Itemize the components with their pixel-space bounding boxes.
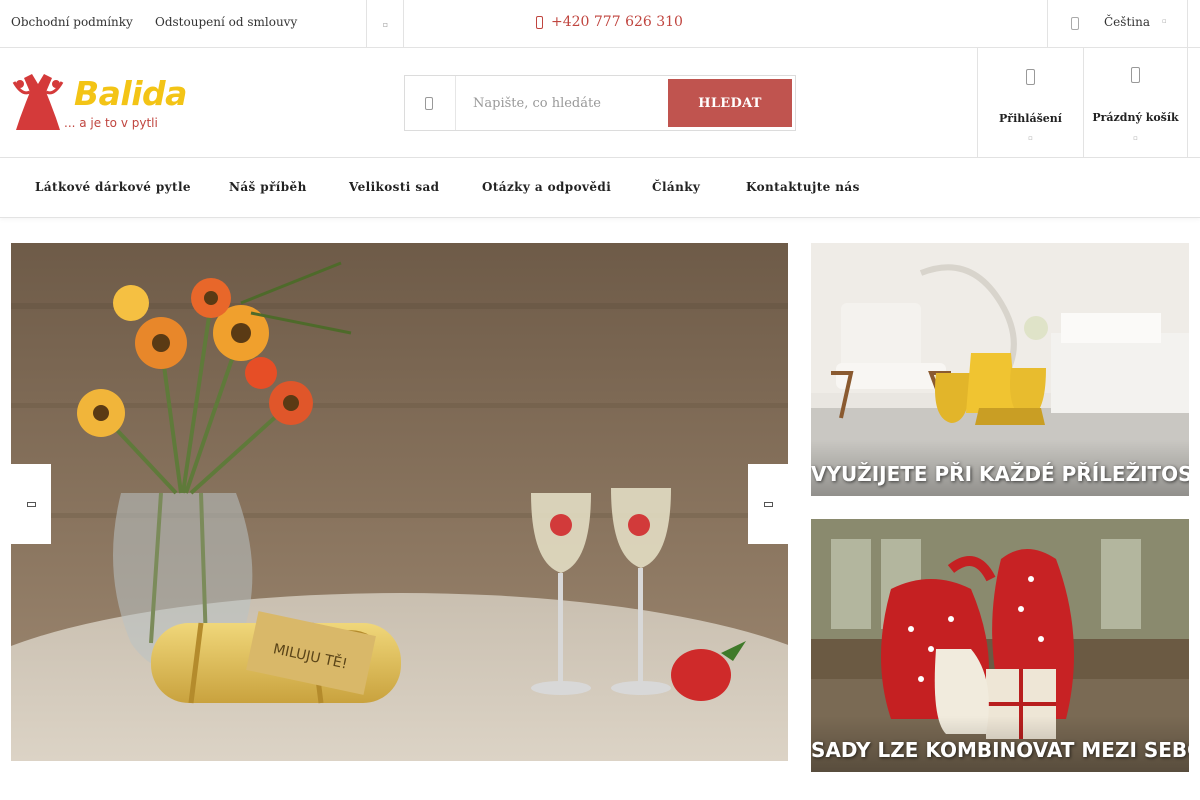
- nav-item-articles[interactable]: Články: [652, 180, 700, 194]
- banner-combine-sets[interactable]: SADY LZE KOMBINOVAT MEZI SEBOU: [811, 519, 1189, 772]
- chevron-down-icon: ▫: [1133, 134, 1138, 142]
- chevron-down-icon: ▫: [1028, 134, 1033, 142]
- login-label: Přihlášení: [999, 112, 1062, 125]
- globe-icon: [1071, 17, 1079, 30]
- user-icon: [1026, 69, 1035, 85]
- more-dots-icon[interactable]: ▫: [367, 0, 404, 48]
- logo[interactable]: Balida ... a je to v pytli: [10, 72, 187, 134]
- cart-label: Prázdný košík: [1092, 111, 1179, 124]
- nav-item-sizes[interactable]: Velikosti sad: [349, 180, 439, 194]
- nav-item-bags[interactable]: Látkové dárkové pytle: [35, 180, 191, 194]
- nav-item-story[interactable]: Náš příběh: [229, 180, 307, 194]
- hero-image: MILUJU TĚ!: [11, 243, 788, 761]
- language-label: Čeština: [1104, 15, 1150, 29]
- phone-icon: [536, 15, 543, 29]
- search-button[interactable]: HLEDAT: [668, 79, 792, 127]
- language-selector[interactable]: Čeština ▫: [1047, 0, 1188, 48]
- search-icon: [425, 97, 433, 110]
- logo-dress-icon: [12, 74, 64, 130]
- banner-occasions[interactable]: VYUŽIJETE PŘI KAŽDÉ PŘÍLEŽITOSTI: [811, 243, 1189, 496]
- search-icon-box: [405, 76, 456, 130]
- cart-button[interactable]: Prázdný košík ▫: [1083, 48, 1188, 157]
- login-button[interactable]: Přihlášení ▫: [977, 48, 1083, 157]
- top-bar: Obchodní podmínky Odstoupení od smlouvy …: [0, 0, 1200, 48]
- chevron-down-icon: ▫: [1162, 17, 1167, 25]
- chevron-left-icon: [26, 501, 36, 507]
- hero-slider[interactable]: MILUJU TĚ!: [11, 243, 788, 761]
- divider: [403, 0, 404, 48]
- terms-link[interactable]: Obchodní podmínky: [11, 15, 133, 29]
- logo-name: Balida: [74, 74, 187, 113]
- main-nav: Látkové dárkové pytle Náš příběh Velikos…: [0, 158, 1200, 218]
- nav-item-faq[interactable]: Otázky a odpovědi: [482, 180, 611, 194]
- header: Balida ... a je to v pytli HLEDAT Přihlá…: [0, 48, 1200, 158]
- nav-item-contact[interactable]: Kontaktujte nás: [746, 180, 860, 194]
- search-box: HLEDAT: [404, 75, 796, 131]
- phone-link[interactable]: +420 777 626 310: [536, 14, 683, 30]
- logo-tagline: ... a je to v pytli: [64, 116, 158, 130]
- banner-title: VYUŽIJETE PŘI KAŽDÉ PŘÍLEŽITOSTI: [811, 462, 1189, 486]
- slider-next-button[interactable]: [748, 464, 788, 544]
- chevron-right-icon: [763, 501, 773, 507]
- slider-prev-button[interactable]: [11, 464, 51, 544]
- cart-icon: [1131, 67, 1140, 83]
- banner-title: SADY LZE KOMBINOVAT MEZI SEBOU: [811, 738, 1189, 762]
- search-input[interactable]: [457, 76, 667, 130]
- withdrawal-link[interactable]: Odstoupení od smlouvy: [155, 15, 297, 29]
- phone-number: +420 777 626 310: [551, 14, 683, 30]
